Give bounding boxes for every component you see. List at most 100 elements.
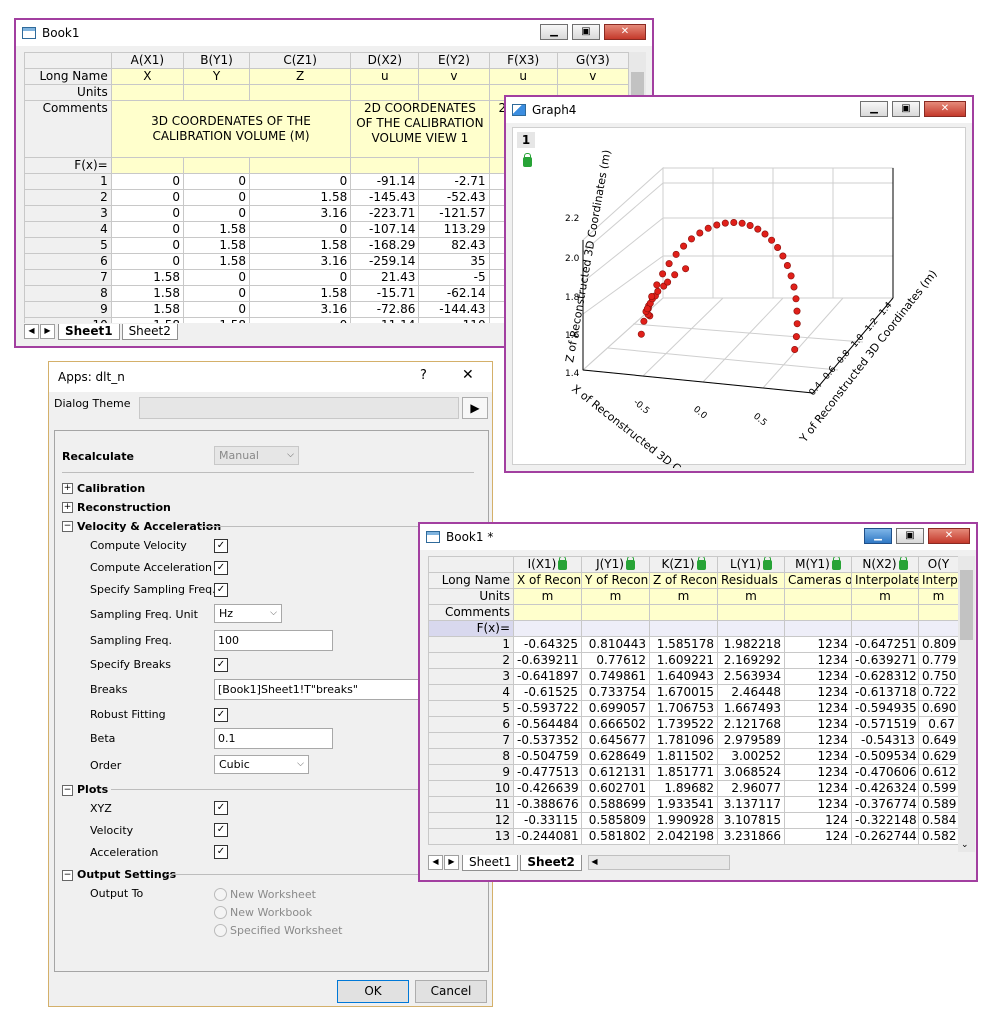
comments-cell[interactable] — [717, 604, 785, 621]
data-cell[interactable]: 2.46448 — [717, 684, 785, 701]
long-name-cell[interactable]: Interpolate — [851, 572, 919, 589]
book1-star-vertical-scrollbar[interactable]: ⌄ — [958, 556, 975, 852]
data-cell[interactable]: 21.43 — [350, 269, 420, 286]
data-cell[interactable]: -121.57 — [418, 205, 490, 222]
column-header[interactable]: N(X2) — [851, 556, 919, 573]
table-row[interactable]: 3 -0.641897 0.749861 1.640943 2.563934 1234 -0… — [428, 668, 959, 685]
fx-cell[interactable] — [513, 620, 582, 637]
data-cell[interactable]: 0.779 — [918, 652, 959, 669]
long-name-cell[interactable]: Z of Recon — [649, 572, 718, 589]
data-cell[interactable]: -0.388676 — [513, 796, 582, 813]
table-row[interactable]: 1 -0.64325 0.810443 1.585178 1.982218 1234 -0.… — [428, 636, 959, 653]
xyz-checkbox[interactable]: ✓ — [214, 801, 228, 815]
data-cell[interactable]: 0 — [110, 173, 184, 190]
comment-cell-calibration[interactable]: 3D COORDENATES OF THE CALIBRATION VOLUME… — [110, 100, 352, 158]
theme-menu-button[interactable]: ▶ — [462, 397, 488, 419]
data-cell[interactable]: 1.739522 — [649, 716, 718, 733]
row-number[interactable]: 9 — [24, 301, 112, 318]
fx-cell[interactable] — [717, 620, 785, 637]
breaks-input[interactable]: [Book1]Sheet1!T"breaks" — [214, 679, 434, 700]
data-cell[interactable]: 1.89682 — [649, 780, 718, 797]
data-cell[interactable]: 0.582 — [918, 828, 959, 845]
column-header[interactable]: C(Z1) — [249, 52, 352, 69]
row-number[interactable]: 5 — [428, 700, 514, 717]
minimize-button[interactable]: ▁ — [864, 528, 892, 544]
data-cell[interactable]: 0.628649 — [581, 748, 650, 765]
data-cell[interactable]: 1.58 — [182, 253, 251, 270]
data-cell[interactable]: 3.107815 — [717, 812, 785, 829]
data-cell[interactable]: 0.690 — [918, 700, 959, 717]
data-cell[interactable]: 0.750 — [918, 668, 959, 685]
data-cell[interactable]: 82.43 — [418, 237, 490, 254]
collapse-icon[interactable]: − — [62, 870, 73, 881]
data-cell[interactable]: 0 — [249, 221, 352, 238]
graph-page[interactable]: 1 2.2 2.0 1.8 1.6 1.4 -0.5 0.0 0.5 0.4 0… — [512, 127, 966, 468]
data-cell[interactable]: 1234 — [784, 780, 852, 797]
data-cell[interactable]: 1.706753 — [649, 700, 718, 717]
comments-cell[interactable] — [513, 604, 582, 621]
column-header[interactable]: B(Y1) — [182, 52, 251, 69]
row-number[interactable]: 9 — [428, 764, 514, 781]
long-name-cell[interactable]: u — [488, 68, 558, 85]
data-cell[interactable]: -0.613718 — [851, 684, 919, 701]
table-row[interactable]: 5 -0.593722 0.699057 1.706753 1.667493 1234 -0… — [428, 700, 959, 717]
fx-cell[interactable] — [418, 157, 490, 174]
corner-cell[interactable] — [24, 52, 112, 69]
group-calibration[interactable]: Calibration — [77, 482, 145, 495]
data-cell[interactable]: 1.640943 — [649, 668, 718, 685]
data-cell[interactable]: 0 — [182, 205, 251, 222]
row-number[interactable]: 7 — [428, 732, 514, 749]
graph4-window[interactable]: Graph4 ▁ ▣ ✕ 1 2.2 2.0 1.8 1.6 1.4 -0.5 … — [504, 95, 974, 473]
beta-input[interactable]: 0.1 — [214, 728, 333, 749]
data-cell[interactable]: -0.504759 — [513, 748, 582, 765]
book1-star-titlebar[interactable]: Book1 * ▁ ▣ ✕ — [420, 524, 976, 550]
data-cell[interactable]: -0.639271 — [851, 652, 919, 669]
data-cell[interactable]: 0 — [182, 269, 251, 286]
data-cell[interactable]: 2.121768 — [717, 716, 785, 733]
data-cell[interactable]: 0.649 — [918, 732, 959, 749]
data-cell[interactable]: -0.641897 — [513, 668, 582, 685]
row-number[interactable]: 4 — [428, 684, 514, 701]
data-cell[interactable]: 0 — [182, 301, 251, 318]
book1-star-window[interactable]: Book1 * ▁ ▣ ✕ I(X1) J(Y1) K(Z1) L(Y1) M(Y1) N… — [418, 522, 978, 882]
recalculate-combo[interactable]: Manual ⌵ — [214, 446, 299, 465]
units-cell[interactable]: m — [513, 588, 582, 605]
data-cell[interactable]: 1234 — [784, 748, 852, 765]
data-cell[interactable]: 1234 — [784, 732, 852, 749]
minimize-button[interactable]: ▁ — [540, 24, 568, 40]
data-cell[interactable]: 0 — [249, 269, 352, 286]
data-cell[interactable]: 35 — [418, 253, 490, 270]
row-label-long-name[interactable]: Long Name — [24, 68, 112, 85]
data-cell[interactable]: 1.58 — [249, 189, 352, 206]
sampling-unit-combo[interactable]: Hz ⌵ — [214, 604, 282, 623]
data-cell[interactable]: 0.77612 — [581, 652, 650, 669]
data-cell[interactable]: -0.470606 — [851, 764, 919, 781]
data-cell[interactable]: 0 — [110, 253, 184, 270]
data-cell[interactable]: -0.426639 — [513, 780, 582, 797]
comments-cell[interactable] — [851, 604, 919, 621]
row-label-long-name[interactable]: Long Name — [428, 572, 514, 589]
table-row[interactable]: 7 -0.537352 0.645677 1.781096 2.979589 1234 -0… — [428, 732, 959, 749]
data-cell[interactable]: -107.14 — [350, 221, 420, 238]
data-cell[interactable]: -0.628312 — [851, 668, 919, 685]
tab-nav-next[interactable]: ▶ — [40, 324, 55, 339]
data-cell[interactable]: 0.589 — [918, 796, 959, 813]
comments-cell[interactable] — [784, 604, 852, 621]
data-cell[interactable]: 1234 — [784, 764, 852, 781]
units-cell[interactable] — [418, 84, 490, 101]
restore-button[interactable]: ▣ — [892, 101, 920, 117]
data-cell[interactable]: -0.571519 — [851, 716, 919, 733]
table-row[interactable]: 2 -0.639211 0.77612 1.609221 2.169292 1234 -0.… — [428, 652, 959, 669]
tab-sheet1[interactable]: Sheet1 — [462, 854, 519, 871]
row-label-fx[interactable]: F(x)= — [428, 620, 514, 637]
scroll-down-icon[interactable]: ⌄ — [961, 840, 969, 850]
data-cell[interactable]: -0.537352 — [513, 732, 582, 749]
data-cell[interactable]: 3.16 — [249, 301, 352, 318]
acceleration-checkbox[interactable]: ✓ — [214, 845, 228, 859]
row-number[interactable]: 8 — [428, 748, 514, 765]
table-row[interactable]: 11 -0.388676 0.588699 1.933541 3.137117 1234-… — [428, 796, 959, 813]
units-cell[interactable]: m — [581, 588, 650, 605]
data-cell[interactable]: 1.781096 — [649, 732, 718, 749]
close-button[interactable]: ✕ — [604, 24, 646, 40]
row-label-comments[interactable]: Comments — [24, 100, 112, 158]
